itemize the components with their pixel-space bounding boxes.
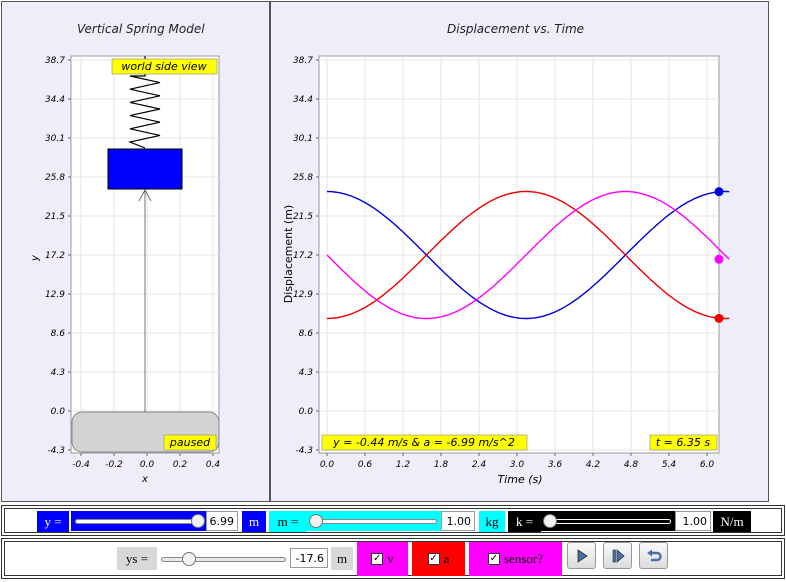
step-icon [612,548,625,563]
sensor-check-box[interactable]: ✓ [488,553,500,565]
reset-icon [646,549,662,561]
y-label: y = [37,511,69,532]
x-tick-label: 6.0 [700,460,715,470]
y-tick-label: 34.4 [45,95,65,105]
y-tick-label: 21.5 [293,212,313,222]
x-tick-label: 3.0 [510,460,525,470]
step-button[interactable] [603,542,632,569]
y-tick-label: 0.0 [51,407,66,417]
k-unit: N/m [713,511,751,532]
x-tick-label: 0.6 [358,460,373,470]
x-tick-label: 0.0 [320,460,335,470]
x-tick-label: -0.4 [72,460,90,470]
y-tick-label: 21.5 [45,212,65,222]
x-tick-label: 2.4 [472,460,487,470]
y-slider[interactable] [71,511,207,531]
x-tick-label: 1.2 [396,460,411,470]
y-tick-label: 38.7 [293,56,313,66]
k-slider[interactable] [541,511,675,531]
x-tick-label: -0.2 [105,460,123,470]
y-tick-label: 12.9 [45,290,65,300]
y-unit: m [242,511,266,532]
a-check-box[interactable]: ✓ [427,553,440,565]
y-tick-label: 34.4 [293,95,313,105]
m-unit: kg [479,511,505,532]
x-axis-label: Time (s) [497,473,542,486]
displacement-chart[interactable]: 38.7 34.4 30.1 25.8 21.5 17.2 12.9 8.6 4.3 0.0 -4.… [271,2,769,501]
spring-model-view[interactable]: 38.7 34.4 30.1 25.8 21.5 17.2 12.9 8.6 4.3 0.0 -4.… [2,2,268,501]
y-tick-label: 8.6 [299,329,314,339]
m-label: m = [269,511,307,532]
k-slider-knob[interactable] [543,514,557,528]
y-tick-label: 0.0 [299,407,314,417]
x-tick-label: 4.8 [624,460,639,470]
y-axis-label: Displacement (m) [282,205,295,303]
y-value-field[interactable]: 6.99 [206,511,238,531]
paused-status-label: paused [169,436,211,449]
y-tick-label: -4.3 [47,446,65,456]
k-value-field[interactable]: 1.00 [675,511,711,531]
y-tick-label: 17.2 [45,251,65,261]
x-tick-label: 1.8 [434,460,449,470]
world-side-view-label: world side view [121,60,206,73]
series-end-marker-1 [714,313,724,323]
ys-slider-knob[interactable] [182,552,196,566]
y-slider-knob[interactable] [191,514,205,528]
v-check-box[interactable]: ✓ [371,553,384,565]
x-tick-label: 3.6 [548,460,563,470]
x-tick-label: 4.2 [586,460,601,470]
m-value-field[interactable]: 1.00 [441,511,475,531]
y-tick-label: 8.6 [51,329,66,339]
play-icon [577,548,588,563]
m-slider[interactable] [307,511,441,531]
y-tick-label: 4.3 [299,368,314,378]
y-axis-label: y [30,254,41,262]
series-end-marker-0 [714,187,724,197]
y-tick-label: 30.1 [45,134,65,144]
sensor-checkbox[interactable]: ✓ sensor? [469,542,562,576]
velocity-acceleration-readout: y = -0.44 m/s & a = -6.99 m/s^2 [332,436,515,449]
ys-label: ys = [117,547,157,570]
x-tick-label: 5.4 [662,460,677,470]
sensor-checkbox-label: sensor? [504,551,543,566]
x-tick-label: 0.2 [173,460,188,470]
m-slider-knob[interactable] [309,514,323,528]
play-button[interactable] [567,542,596,569]
ys-unit: m [331,547,353,570]
x-tick-label: 0.4 [206,460,221,470]
simulation-frame: Vertical Spring Model 38.7 34.4 30.1 25.8 21… [1,1,769,502]
x-tick-label: 0.0 [140,460,155,470]
x-axis-label: x [141,474,148,485]
y-tick-label: 12.9 [293,290,313,300]
y-tick-label: 30.1 [293,134,313,144]
k-label: k = [508,511,541,532]
y-tick-label: -4.3 [295,446,313,456]
y-tick-label: 38.7 [45,56,65,66]
y-tick-label: 17.2 [293,251,313,261]
v-checkbox[interactable]: ✓ v [357,542,408,576]
ys-value-field[interactable]: -17.6 [290,548,328,568]
series-end-marker-2 [714,254,724,264]
reset-button[interactable] [639,542,668,569]
ys-slider[interactable] [157,549,290,569]
v-checkbox-label: v [387,551,394,566]
time-readout: t = 6.35 s [656,436,711,449]
spring-mass-block [107,148,183,190]
a-checkbox[interactable]: ✓ a [412,542,465,576]
y-tick-label: 25.8 [45,173,65,183]
y-tick-label: 25.8 [293,173,313,183]
a-checkbox-label: a [443,551,450,566]
y-tick-label: 4.3 [51,368,66,378]
